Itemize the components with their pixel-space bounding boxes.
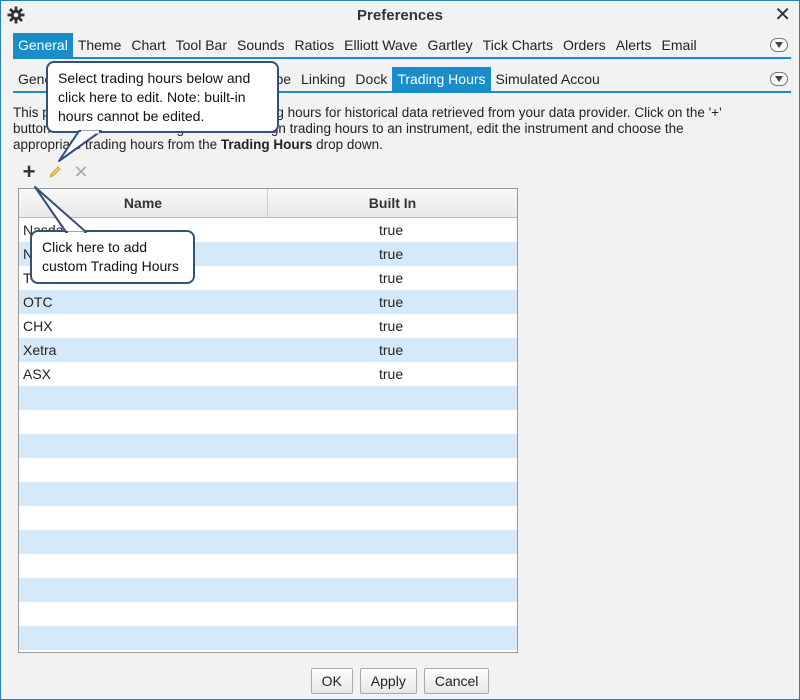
window-title: Preferences <box>357 7 443 24</box>
table-row[interactable]: Xetra true <box>19 338 517 362</box>
delete-icon: ✕ <box>73 162 89 182</box>
description-trading-hours-bold: Trading Hours <box>220 137 313 152</box>
description-line-3-start: appropriate trading hours from the <box>13 137 221 152</box>
delete-trading-hours-button[interactable]: ✕ <box>71 161 91 183</box>
empty-table-row <box>19 458 517 482</box>
empty-table-row <box>19 434 517 458</box>
table-header: Name Built In <box>19 189 517 218</box>
empty-table-row <box>19 506 517 530</box>
cell-built-in: true <box>379 246 404 262</box>
primary-tab-underline <box>13 57 791 59</box>
preferences-window: Preferences ✕ General Theme Chart Tool Bar S… <box>0 0 800 700</box>
tab-chart[interactable]: Chart <box>126 33 170 57</box>
cell-built-in: true <box>379 270 404 286</box>
cell-name: CHX <box>23 318 53 334</box>
subtab-dock[interactable]: Dock <box>350 67 392 91</box>
cell-name: OTC <box>23 294 53 310</box>
tab-orders[interactable]: Orders <box>558 33 611 57</box>
empty-table-row <box>19 386 517 410</box>
empty-table-row <box>19 482 517 506</box>
primary-tab-bar: General Theme Chart Tool Bar Sounds Ratios Ell… <box>13 33 702 57</box>
subtab-trading-hours[interactable]: Trading Hours <box>392 67 491 91</box>
edit-tip-callout: Select trading hours below and click her… <box>46 61 279 133</box>
pencil-icon <box>49 166 61 178</box>
tab-tool-bar[interactable]: Tool Bar <box>171 33 232 57</box>
secondary-tabs-more-button[interactable] <box>770 72 788 86</box>
cell-built-in: true <box>379 318 404 334</box>
empty-table-row <box>19 602 517 626</box>
trading-hours-toolbar: + ✕ <box>19 161 91 185</box>
primary-tabs-more-button[interactable] <box>770 38 788 52</box>
column-header-built-in[interactable]: Built In <box>268 189 517 217</box>
tab-elliott-wave[interactable]: Elliott Wave <box>339 33 422 57</box>
tab-email[interactable]: Email <box>657 33 702 57</box>
empty-table-row <box>19 626 517 650</box>
cell-name: Xetra <box>23 342 57 358</box>
column-header-name[interactable]: Name <box>19 189 268 217</box>
dialog-button-bar: OK Apply Cancel <box>1 668 799 694</box>
description-line-3: appropriate trading hours from the Tradi… <box>13 137 783 153</box>
cell-name: ASX <box>23 366 52 382</box>
tab-sounds[interactable]: Sounds <box>232 33 289 57</box>
description-line-3-end: drop down. <box>312 137 383 152</box>
tab-alerts[interactable]: Alerts <box>611 33 657 57</box>
ok-button[interactable]: OK <box>310 668 353 694</box>
tab-gartley[interactable]: Gartley <box>423 33 478 57</box>
subtab-simulated-accou[interactable]: Simulated Accou <box>491 67 605 91</box>
empty-table-row <box>19 554 517 578</box>
apply-button[interactable]: Apply <box>359 668 417 694</box>
tab-ratios[interactable]: Ratios <box>289 33 339 57</box>
add-tip-callout: Click here to add custom Trading Hours <box>30 230 195 284</box>
table-row[interactable]: CHX true <box>19 314 517 338</box>
table-row[interactable]: OTC true <box>19 290 517 314</box>
empty-table-row <box>19 530 517 554</box>
empty-table-row <box>19 578 517 602</box>
subtab-linking[interactable]: Linking <box>296 67 350 91</box>
plus-icon: + <box>22 159 36 184</box>
table-row[interactable]: ASX true <box>19 362 517 386</box>
edit-trading-hours-button[interactable] <box>45 161 65 183</box>
add-trading-hours-button[interactable]: + <box>19 161 39 183</box>
tab-general[interactable]: General <box>13 33 73 57</box>
cell-built-in: true <box>379 366 404 382</box>
cell-built-in: true <box>379 294 404 310</box>
close-icon[interactable]: ✕ <box>774 4 791 26</box>
tab-theme[interactable]: Theme <box>73 33 127 57</box>
cell-built-in: true <box>379 222 404 238</box>
tab-tick-charts[interactable]: Tick Charts <box>478 33 558 57</box>
title-bar: Preferences ✕ <box>1 1 799 31</box>
cancel-button[interactable]: Cancel <box>423 668 490 694</box>
cell-built-in: true <box>379 342 404 358</box>
empty-table-row <box>19 410 517 434</box>
